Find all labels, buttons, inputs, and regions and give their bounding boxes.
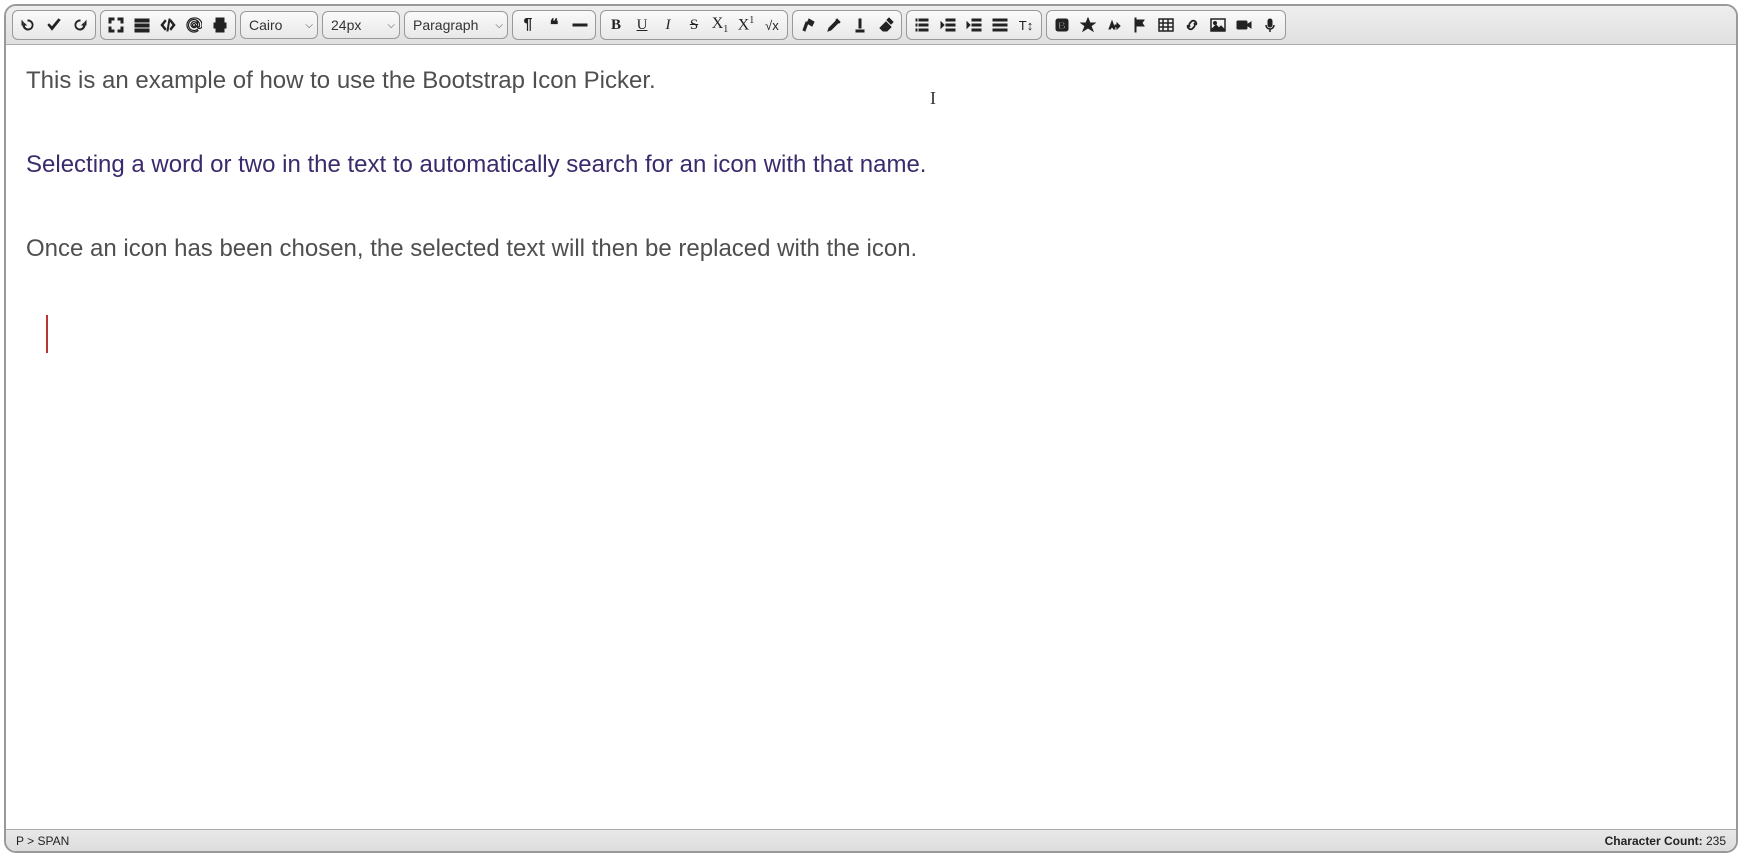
font-size-select[interactable]: 24px ⌵ bbox=[322, 11, 400, 39]
text-caret bbox=[46, 315, 48, 353]
unordered-list-button[interactable] bbox=[987, 12, 1013, 38]
chevron-down-icon: ⌵ bbox=[495, 20, 503, 31]
ibeam-cursor-icon: I bbox=[930, 85, 936, 112]
subscript-button[interactable]: X1 bbox=[707, 12, 733, 38]
textcolor-button[interactable] bbox=[847, 12, 873, 38]
save-button[interactable] bbox=[41, 12, 67, 38]
redo-button[interactable] bbox=[67, 12, 93, 38]
audio-button[interactable] bbox=[1257, 12, 1283, 38]
superscript-button[interactable]: X1 bbox=[733, 12, 759, 38]
italic-button[interactable]: I bbox=[655, 12, 681, 38]
math-button[interactable]: √x bbox=[759, 12, 785, 38]
color-group bbox=[792, 10, 902, 40]
image-button[interactable] bbox=[1205, 12, 1231, 38]
insert-group: B bbox=[1046, 10, 1286, 40]
ordered-list-button[interactable] bbox=[909, 12, 935, 38]
content-line-1: This is an example of how to use the Boo… bbox=[26, 63, 1716, 99]
video-button[interactable] bbox=[1231, 12, 1257, 38]
hr-button[interactable] bbox=[567, 12, 593, 38]
char-count-label: Character Count: bbox=[1605, 834, 1706, 848]
chevron-down-icon: ⌵ bbox=[387, 20, 395, 31]
paragraph-marks-button[interactable]: ¶ bbox=[515, 12, 541, 38]
status-bar: P > SPAN Character Count: 235 bbox=[6, 829, 1736, 851]
highlight-button[interactable] bbox=[821, 12, 847, 38]
indent-button[interactable] bbox=[961, 12, 987, 38]
content-line-3: Once an icon has been chosen, the select… bbox=[26, 231, 1716, 267]
content-line-2: Selecting a word or two in the text to a… bbox=[26, 147, 1716, 183]
view-group bbox=[100, 10, 236, 40]
format-value: Paragraph bbox=[413, 17, 478, 33]
svg-text:B: B bbox=[1058, 21, 1065, 32]
char-count: Character Count: 235 bbox=[1605, 834, 1726, 848]
outdent-button[interactable] bbox=[935, 12, 961, 38]
char-count-value: 235 bbox=[1706, 834, 1726, 848]
font-family-value: Cairo bbox=[249, 17, 282, 33]
blockquote-button[interactable]: ❝ bbox=[541, 12, 567, 38]
clean-button[interactable] bbox=[795, 12, 821, 38]
undo-button[interactable] bbox=[15, 12, 41, 38]
link-button[interactable] bbox=[1179, 12, 1205, 38]
eraser-button[interactable] bbox=[873, 12, 899, 38]
text-format-group: B U I S X1 X1 √x bbox=[600, 10, 788, 40]
paragraph-group: ¶ ❝ bbox=[512, 10, 596, 40]
table-button[interactable] bbox=[1153, 12, 1179, 38]
element-path[interactable]: P > SPAN bbox=[16, 834, 69, 848]
history-group bbox=[12, 10, 96, 40]
font-size-value: 24px bbox=[331, 17, 361, 33]
flag-button[interactable] bbox=[1127, 12, 1153, 38]
editor-frame: Cairo ⌵ 24px ⌵ Paragraph ⌵ ¶ ❝ B U I S X… bbox=[4, 4, 1738, 853]
strike-button[interactable]: S bbox=[681, 12, 707, 38]
blocks-button[interactable] bbox=[129, 12, 155, 38]
format-select[interactable]: Paragraph ⌵ bbox=[404, 11, 508, 39]
list-group: T↕ bbox=[906, 10, 1042, 40]
fullscreen-button[interactable] bbox=[103, 12, 129, 38]
casechange-button[interactable] bbox=[1101, 12, 1127, 38]
bold-button[interactable]: B bbox=[603, 12, 629, 38]
star-button[interactable] bbox=[1075, 12, 1101, 38]
lineheight-button[interactable]: T↕ bbox=[1013, 12, 1039, 38]
chevron-down-icon: ⌵ bbox=[305, 20, 313, 31]
icon-picker-button[interactable]: B bbox=[1049, 12, 1075, 38]
print-button[interactable] bbox=[207, 12, 233, 38]
mention-button[interactable] bbox=[181, 12, 207, 38]
code-button[interactable] bbox=[155, 12, 181, 38]
font-family-select[interactable]: Cairo ⌵ bbox=[240, 11, 318, 39]
underline-button[interactable]: U bbox=[629, 12, 655, 38]
editor-content[interactable]: This is an example of how to use the Boo… bbox=[6, 45, 1736, 829]
toolbar: Cairo ⌵ 24px ⌵ Paragraph ⌵ ¶ ❝ B U I S X… bbox=[6, 6, 1736, 45]
